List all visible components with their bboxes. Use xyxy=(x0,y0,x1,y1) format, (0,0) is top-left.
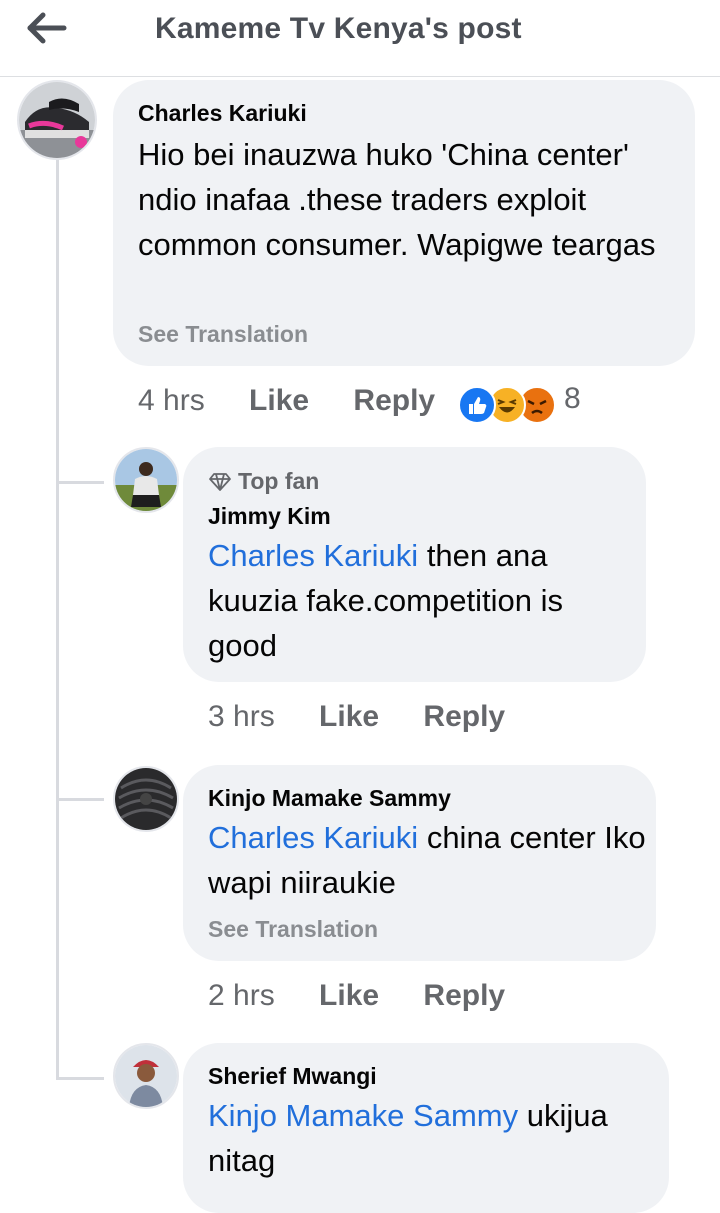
avatar[interactable] xyxy=(17,80,97,160)
reply-button[interactable]: Reply xyxy=(353,384,435,417)
reaction-count: 8 xyxy=(564,382,581,415)
hair-photo-icon xyxy=(115,768,177,830)
reply-bubble: Top fan Jimmy Kim Charles Kariuki then a… xyxy=(183,447,646,682)
comment-author[interactable]: Charles Kariuki xyxy=(138,100,307,127)
person-photo-icon xyxy=(115,449,177,511)
thread-branch xyxy=(56,798,104,801)
reply-text: Charles Kariuki china center Iko wapi ni… xyxy=(208,820,646,900)
reply-text: Charles Kariuki then ana kuuzia fake.com… xyxy=(208,538,563,663)
comment-actions: 4 hrs Like Reply xyxy=(138,384,435,418)
comment-text: Hio bei inauzwa huko 'China center' ndio… xyxy=(138,137,656,262)
top-bar: Kameme Tv Kenya's post xyxy=(0,0,720,77)
top-fan-badge: Top fan xyxy=(208,468,319,495)
like-button[interactable]: Like xyxy=(319,979,379,1012)
person-photo-icon xyxy=(115,1045,177,1107)
avatar[interactable] xyxy=(113,447,179,513)
thread-branch xyxy=(56,481,104,484)
top-fan-label: Top fan xyxy=(238,468,320,494)
reply-button[interactable]: Reply xyxy=(423,700,505,733)
reply-author[interactable]: Sherief Mwangi xyxy=(208,1063,377,1090)
sneaker-photo-icon xyxy=(19,82,95,158)
back-button[interactable] xyxy=(26,10,70,50)
reply-time[interactable]: 2 hrs xyxy=(208,979,275,1012)
see-translation-link[interactable]: See Translation xyxy=(138,321,308,348)
avatar[interactable] xyxy=(113,766,179,832)
like-button[interactable]: Like xyxy=(319,700,379,733)
reply-time[interactable]: 3 hrs xyxy=(208,700,275,733)
reply-button[interactable]: Reply xyxy=(423,979,505,1012)
thread-line xyxy=(56,156,59,1080)
see-translation-link[interactable]: See Translation xyxy=(208,916,378,943)
reply-actions: 2 hrs Like Reply xyxy=(208,979,505,1013)
mention-link[interactable]: Charles Kariuki xyxy=(208,538,418,573)
reply-actions: 3 hrs Like Reply xyxy=(208,700,505,734)
reply-bubble: Kinjo Mamake Sammy Charles Kariuki china… xyxy=(183,765,656,961)
comment-bubble: Charles Kariuki Hio bei inauzwa huko 'Ch… xyxy=(113,80,695,366)
thread-branch xyxy=(56,1077,104,1080)
back-arrow-icon xyxy=(27,12,67,44)
like-reaction-icon xyxy=(458,386,496,424)
reply-bubble: Sherief Mwangi Kinjo Mamake Sammy ukijua… xyxy=(183,1043,669,1213)
mention-link[interactable]: Charles Kariuki xyxy=(208,820,418,855)
like-button[interactable]: Like xyxy=(249,384,309,417)
avatar[interactable] xyxy=(113,1043,179,1109)
page-title: Kameme Tv Kenya's post xyxy=(155,12,522,45)
reply-author[interactable]: Kinjo Mamake Sammy xyxy=(208,785,451,812)
reply-author[interactable]: Jimmy Kim xyxy=(208,503,331,530)
comment-time[interactable]: 4 hrs xyxy=(138,384,205,417)
mention-link[interactable]: Kinjo Mamake Sammy xyxy=(208,1098,518,1133)
reaction-summary[interactable]: 8 xyxy=(458,382,588,424)
reply-text: Kinjo Mamake Sammy ukijua nitag xyxy=(208,1098,608,1178)
diamond-icon xyxy=(209,473,231,491)
